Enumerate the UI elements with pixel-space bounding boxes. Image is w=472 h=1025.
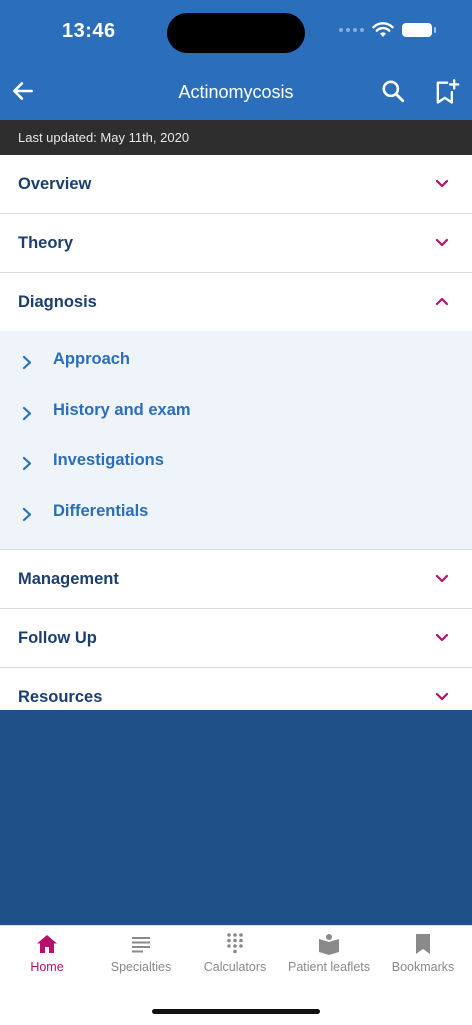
bookmark-icon [416,934,430,954]
section-diagnosis[interactable]: Diagnosis [0,273,472,331]
subsection-label: Investigations [53,451,164,469]
subsection-label: Differentials [53,501,149,520]
tab-label: Calculators [203,960,267,974]
last-updated-bar: Last updated: May 11th, 2020 [0,120,472,155]
app-bar: Actinomycosis [0,64,472,120]
section-label: Overview [18,175,92,193]
chevron-down-icon [435,692,449,701]
dynamic-island [167,13,305,53]
search-icon[interactable] [380,78,406,104]
tab-label: Specialties [110,960,172,974]
tab-bookmarks[interactable]: Bookmarks [376,932,470,974]
section-label: Theory [18,234,74,252]
tab-label: Home [30,960,64,974]
tab-label: Bookmarks [391,960,455,974]
last-updated-text: Last updated: May 11th, 2020 [18,130,190,145]
tab-calculators[interactable]: Calculators [188,932,282,974]
section-label: Management [18,570,119,588]
tab-home[interactable]: Home [0,932,94,974]
section-theory[interactable]: Theory [0,214,472,273]
chevron-down-icon [435,179,449,188]
bookmark-add-icon[interactable] [432,78,460,106]
subsection-approach[interactable]: Approach [0,341,472,392]
topic-sections: Overview Theory Diagnosis Approach Histo… [0,155,472,727]
tab-label: Patient leaflets [288,960,370,974]
subsection-label: History and exam [53,400,191,419]
chevron-right-icon [22,355,32,370]
book-icon [319,934,339,955]
cellular-signal-icon [339,28,364,32]
battery-icon [402,23,436,37]
chevron-down-icon [435,238,449,247]
status-bar: 13:46 [0,0,472,64]
home-indicator [152,1009,320,1014]
status-time: 13:46 [62,20,116,42]
chevron-right-icon [22,507,32,521]
subsection-investigations[interactable]: Investigations [0,442,472,493]
content-background [0,710,472,925]
chevron-right-icon [22,406,32,420]
section-label: Resources [18,688,103,706]
status-icons [339,22,436,38]
section-follow-up[interactable]: Follow Up [0,609,472,668]
tab-patient-leaflets[interactable]: Patient leaflets [282,932,376,974]
tab-specialties[interactable]: Specialties [94,932,188,974]
section-management[interactable]: Management [0,550,472,609]
chevron-down-icon [435,633,449,642]
section-label: Diagnosis [18,293,97,311]
diagnosis-subsections: Approach History and exam Investigations… [0,331,472,550]
chevron-right-icon [22,456,32,471]
chevron-down-icon [435,574,449,583]
home-icon [37,935,57,953]
subsection-history-and-exam[interactable]: History and exam [0,392,472,443]
list-icon [132,937,150,953]
chevron-up-icon [435,297,449,306]
subsection-differentials[interactable]: Differentials [0,493,472,544]
section-overview[interactable]: Overview [0,155,472,214]
keypad-icon [227,933,243,954]
wifi-icon [372,22,394,37]
section-label: Follow Up [18,629,97,647]
subsection-label: Approach [53,350,131,368]
